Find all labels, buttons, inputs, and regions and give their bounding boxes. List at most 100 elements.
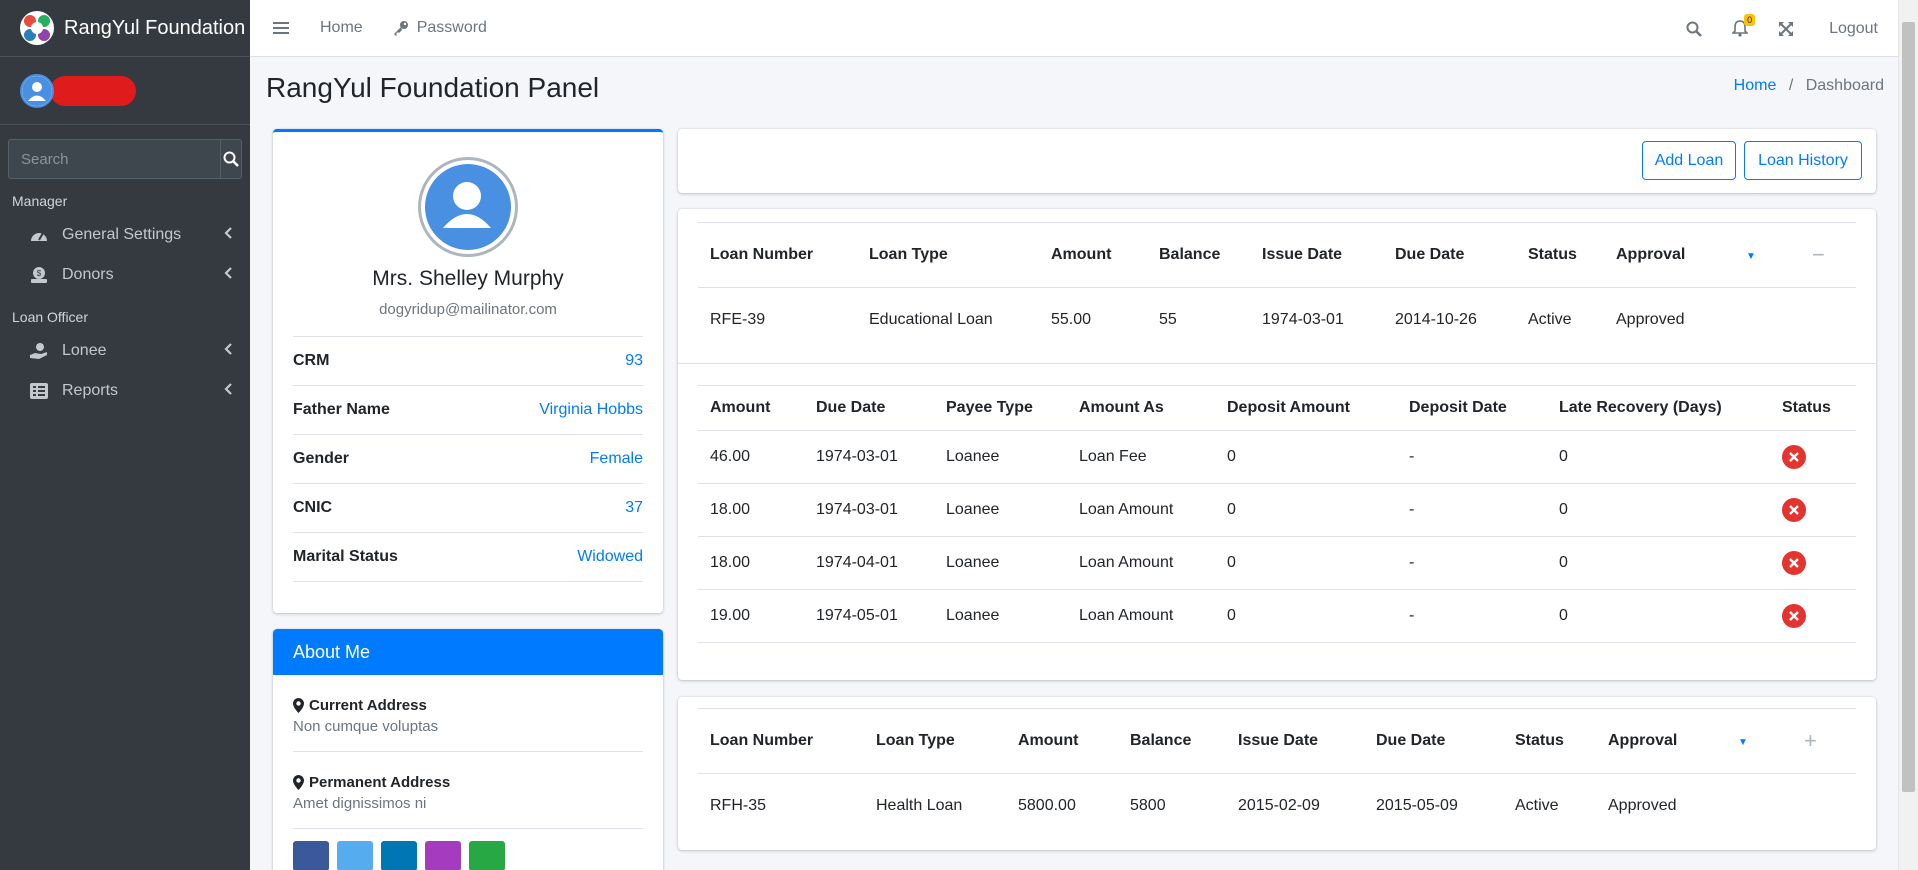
expand-details-toggle[interactable]: ▼ bbox=[1726, 709, 1792, 773]
notifications-button[interactable]: 0 bbox=[1717, 14, 1763, 37]
caret-down-icon: ▼ bbox=[1746, 250, 1756, 262]
breadcrumb-separator: / bbox=[1788, 77, 1794, 94]
unpaid-status-icon[interactable] bbox=[1782, 497, 1806, 522]
field-value[interactable]: Widowed bbox=[577, 548, 643, 566]
profile-avatar bbox=[418, 157, 518, 257]
loan-summary-table: Loan Number Loan Type Amount Balance Iss… bbox=[698, 223, 1856, 352]
sidebar-item-reports[interactable]: Reports bbox=[0, 371, 250, 411]
logout-link[interactable]: Logout bbox=[1829, 20, 1878, 38]
installment-deposit-date: - bbox=[1409, 606, 1415, 624]
loan-balance: 5800 bbox=[1130, 796, 1166, 814]
profile-row-crm: CRM 93 bbox=[293, 337, 643, 386]
installment-amount: 18.00 bbox=[710, 553, 751, 571]
profile-row-father-name: Father Name Virginia Hobbs bbox=[293, 386, 643, 435]
sidebar-item-label: Reports bbox=[62, 382, 119, 399]
breadcrumb-current: Dashboard bbox=[1805, 77, 1884, 94]
page-scrollbar[interactable] bbox=[1898, 0, 1918, 870]
installment-deposit-amount: 0 bbox=[1227, 447, 1236, 465]
sidebar-search-button[interactable] bbox=[220, 139, 242, 179]
installment-due-date: 1974-03-01 bbox=[816, 447, 898, 465]
loan-issue-date: 2015-02-09 bbox=[1238, 796, 1320, 814]
installment-amount: 19.00 bbox=[710, 606, 751, 624]
col-loan-type: Loan Type bbox=[876, 731, 955, 749]
loan-amount: 55.00 bbox=[1051, 310, 1092, 328]
loan-due-date: 2015-05-09 bbox=[1376, 796, 1458, 814]
brand-name: RangYul Foundation bbox=[64, 16, 246, 39]
sidebar-search bbox=[8, 139, 242, 179]
fullscreen-button[interactable] bbox=[1763, 21, 1809, 37]
unpaid-status-icon[interactable] bbox=[1782, 550, 1806, 575]
loan-due-date: 2014-10-26 bbox=[1395, 310, 1477, 328]
installment-amount-as: Loan Fee bbox=[1079, 447, 1147, 465]
nav-header-loan-officer: Loan Officer bbox=[12, 309, 89, 325]
chevron-left-icon bbox=[224, 227, 232, 239]
loan-number: RFE-39 bbox=[710, 310, 766, 328]
card-divider bbox=[678, 363, 1876, 364]
permanent-address: Permanent Address Amet dignissimos ni bbox=[293, 752, 643, 829]
twitter-button[interactable] bbox=[337, 841, 373, 870]
loan-approval: Approved bbox=[1616, 310, 1685, 328]
unpaid-status-icon[interactable] bbox=[1782, 603, 1806, 628]
installment-deposit-date: - bbox=[1409, 500, 1415, 518]
profile-card: Mrs. Shelley Murphy dogyridup@mailinator… bbox=[273, 129, 663, 613]
col-amount: Amount bbox=[1051, 245, 1112, 263]
brand-link[interactable]: RangYul Foundation bbox=[0, 0, 250, 57]
about-me-card: About Me Current Address Non cumque volu… bbox=[273, 629, 663, 870]
col-due-date: Due Date bbox=[816, 398, 886, 416]
loan-card-rfe-39: Loan Number Loan Type Amount Balance Iss… bbox=[678, 209, 1876, 680]
nav-password-link[interactable]: Password bbox=[393, 19, 487, 37]
installment-amount-as: Loan Amount bbox=[1079, 553, 1174, 571]
breadcrumb-home-link[interactable]: Home bbox=[1734, 77, 1777, 94]
facebook-button[interactable] bbox=[293, 841, 329, 870]
redacted-user-name bbox=[50, 75, 136, 106]
profile-row-cnic: CNIC 37 bbox=[293, 484, 643, 533]
col-deposit-date: Deposit Date bbox=[1409, 398, 1507, 416]
sidebar-item-general-settings[interactable]: General Settings bbox=[0, 215, 250, 255]
add-loan-button[interactable]: Add Loan bbox=[1642, 141, 1736, 180]
table-row: 18.00 1974-04-01 Loanee Loan Amount 0 - … bbox=[698, 536, 1856, 589]
top-navbar: Home Password 0 Logout bbox=[250, 0, 1898, 57]
sidebar-item-lonee[interactable]: Lonee bbox=[0, 331, 250, 371]
loan-approval: Approved bbox=[1608, 796, 1677, 814]
scrollbar-thumb[interactable] bbox=[1902, 22, 1915, 792]
user-avatar bbox=[20, 73, 54, 108]
loan-issue-date: 1974-03-01 bbox=[1262, 310, 1344, 328]
col-amount: Amount bbox=[1018, 731, 1079, 749]
col-due-date: Due Date bbox=[1395, 245, 1465, 263]
col-issue-date: Issue Date bbox=[1238, 731, 1319, 749]
unpaid-status-icon[interactable] bbox=[1782, 444, 1806, 469]
col-balance: Balance bbox=[1159, 245, 1221, 263]
field-label: Gender bbox=[293, 450, 350, 467]
user-panel[interactable] bbox=[0, 57, 250, 125]
expand-details-toggle[interactable]: ▼ bbox=[1734, 223, 1800, 287]
nav-home-link[interactable]: Home bbox=[320, 19, 363, 37]
page-title: RangYul Foundation Panel bbox=[266, 72, 600, 103]
whatsapp-button[interactable] bbox=[469, 841, 505, 870]
field-value[interactable]: 37 bbox=[625, 499, 643, 517]
installment-due-date: 1974-04-01 bbox=[816, 553, 898, 571]
sidebar-search-input[interactable] bbox=[8, 139, 220, 179]
expand-card-button[interactable]: + bbox=[1792, 709, 1856, 773]
col-due-date: Due Date bbox=[1376, 731, 1446, 749]
profile-email: dogyridup@mailinator.com bbox=[379, 301, 557, 318]
current-address-label: Current Address bbox=[309, 697, 427, 714]
linkedin-button[interactable] bbox=[381, 841, 417, 870]
sidebar-item-donors[interactable]: $ Donors bbox=[0, 255, 250, 295]
field-value[interactable]: Female bbox=[590, 450, 643, 468]
col-amount-as: Amount As bbox=[1079, 398, 1164, 416]
col-approval: Approval bbox=[1608, 731, 1678, 749]
loan-history-button[interactable]: Loan History bbox=[1744, 141, 1862, 180]
field-value[interactable]: 93 bbox=[625, 352, 643, 370]
hamburger-menu-button[interactable] bbox=[250, 0, 312, 57]
col-deposit-amount: Deposit Amount bbox=[1227, 398, 1350, 416]
loan-amount: 5800.00 bbox=[1018, 796, 1076, 814]
permanent-address-label: Permanent Address bbox=[309, 774, 451, 791]
navbar-search-button[interactable] bbox=[1671, 21, 1717, 37]
chevron-left-icon bbox=[224, 343, 232, 355]
field-value[interactable]: Virginia Hobbs bbox=[539, 401, 643, 419]
instagram-button[interactable] bbox=[425, 841, 461, 870]
collapse-card-button[interactable]: − bbox=[1800, 223, 1856, 287]
map-marker-icon bbox=[293, 775, 304, 790]
key-icon bbox=[393, 21, 408, 36]
table-row: 19.00 1974-05-01 Loanee Loan Amount 0 - … bbox=[698, 589, 1856, 642]
